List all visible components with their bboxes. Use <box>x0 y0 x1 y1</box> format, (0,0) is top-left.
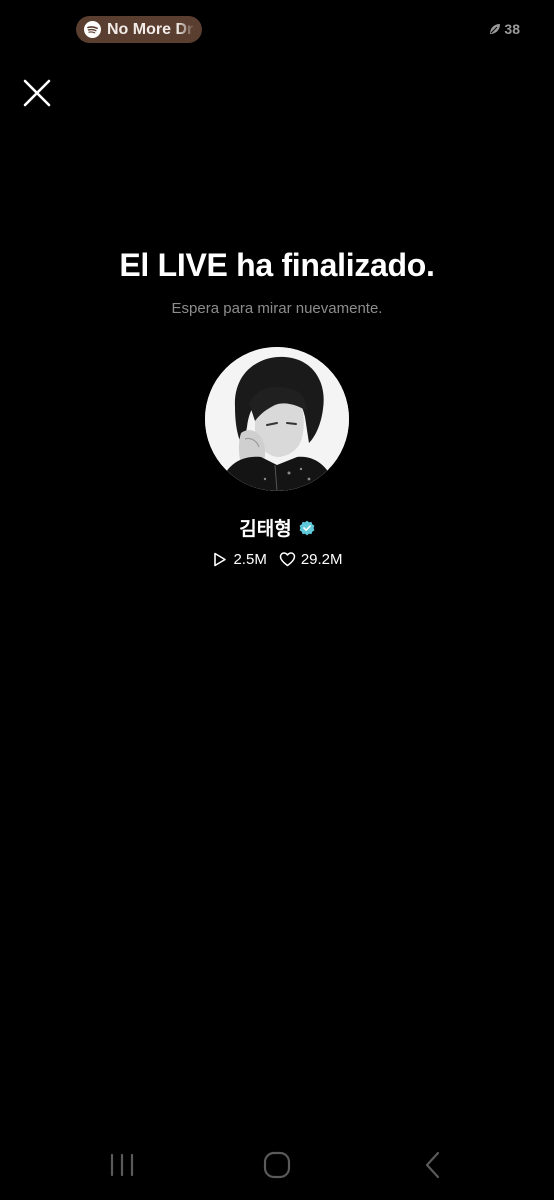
profile-name-row: 김태형 <box>0 514 554 541</box>
navigation-bar <box>0 1140 554 1190</box>
profile-avatar[interactable] <box>205 347 349 491</box>
battery-level: 38 <box>504 21 520 37</box>
media-track-title: No More Dream <box>107 20 195 38</box>
close-icon <box>23 79 51 107</box>
live-ended-subtitle: Espera para mirar nuevamente. <box>171 300 383 317</box>
recents-button[interactable] <box>107 1150 137 1180</box>
verified-badge-icon <box>299 520 315 535</box>
leaf-icon <box>490 24 501 34</box>
spotify-icon <box>84 21 101 38</box>
media-playback-pill[interactable]: No More Dream <box>76 16 202 43</box>
home-button[interactable] <box>262 1150 292 1180</box>
plays-stat: 2.5M <box>211 551 267 568</box>
live-ended-title: El LIVE ha finalizado. <box>119 247 435 283</box>
likes-stat: 29.2M <box>279 551 343 568</box>
home-icon <box>263 1151 291 1179</box>
heart-icon <box>279 552 296 567</box>
profile-photo <box>205 347 349 491</box>
battery-indicator: 38 <box>489 21 520 37</box>
recents-icon <box>110 1153 134 1177</box>
profile-name[interactable]: 김태형 <box>239 514 291 541</box>
back-button[interactable] <box>418 1150 448 1180</box>
play-icon <box>214 552 227 567</box>
likes-count: 29.2M <box>300 551 343 568</box>
status-bar: No More Dream 38 <box>0 0 554 60</box>
close-button[interactable] <box>22 78 52 108</box>
profile-stats: 2.5M 29.2M <box>0 551 554 568</box>
back-icon <box>425 1151 440 1179</box>
plays-count: 2.5M <box>233 551 267 568</box>
